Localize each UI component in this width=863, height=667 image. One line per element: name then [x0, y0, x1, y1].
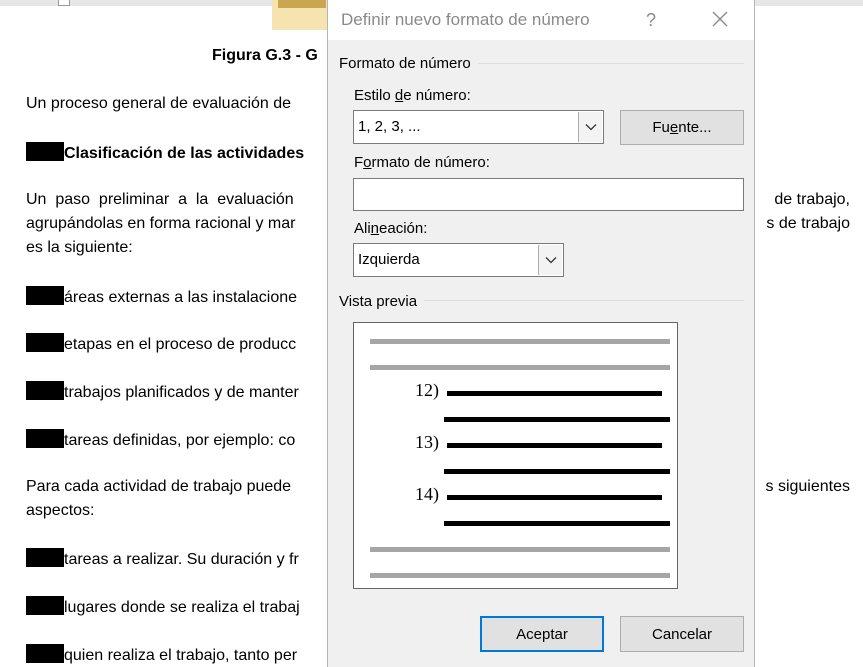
paragraph-line: es la siguiente:: [26, 239, 133, 256]
preview-gray-line: [370, 573, 670, 578]
font-button[interactable]: Fuente...: [620, 110, 744, 145]
paragraph-line: aspectos:: [26, 502, 95, 519]
close-button[interactable]: [704, 6, 736, 34]
section-heading: Clasificación de las actividades: [26, 142, 304, 164]
redacted-bullet: [26, 381, 64, 400]
list-item: tareas definidas, por ejemplo: co: [26, 429, 295, 451]
number-format-label: Formato de número:: [354, 154, 490, 171]
dialog-titlebar[interactable]: Definir nuevo formato de número ?: [328, 0, 754, 40]
group-separator: [478, 63, 744, 64]
preview-number: 12): [415, 380, 439, 400]
preview-black-line: [444, 469, 670, 474]
preview-gray-line: [370, 547, 670, 552]
list-item: lugares donde se realiza el trabaj: [26, 596, 300, 618]
preview-black-line: [447, 443, 662, 448]
preview-gray-line: [370, 339, 670, 344]
list-item: etapas en el proceso de producc: [26, 333, 296, 355]
document-anchor-marker: [58, 0, 70, 6]
number-style-value: 1, 2, 3, ...: [358, 118, 421, 135]
list-item: tareas a realizar. Su duración y fr: [26, 548, 299, 570]
preview-box: 12) 13) 14): [353, 322, 678, 589]
preview-number: 13): [415, 432, 439, 452]
alignment-dropdown-button[interactable]: [538, 245, 562, 275]
alignment-value: Izquierda: [358, 251, 420, 268]
redacted-bullet: [26, 644, 64, 663]
chevron-down-icon: [585, 124, 596, 131]
redacted-number: [26, 142, 64, 161]
preview-black-line: [447, 391, 662, 396]
redacted-bullet: [26, 548, 64, 567]
preview-black-line: [444, 521, 670, 526]
number-format-input[interactable]: [353, 178, 744, 211]
ok-button[interactable]: Aceptar: [480, 616, 604, 652]
help-button[interactable]: ?: [636, 7, 666, 33]
redacted-bullet: [26, 333, 64, 352]
preview-gray-line: [370, 365, 670, 370]
preview-black-line: [447, 495, 662, 500]
number-style-select[interactable]: 1, 2, 3, ...: [353, 110, 604, 144]
define-number-format-dialog: Definir nuevo formato de número ? Format…: [327, 0, 755, 667]
list-item: áreas externas a las instalacione: [26, 286, 297, 308]
redacted-bullet: [26, 596, 64, 615]
preview-number: 14): [415, 484, 439, 504]
alignment-label: Alineación:: [354, 220, 428, 237]
list-item: trabajos planificados y de manter: [26, 381, 299, 403]
preview-black-line: [444, 417, 670, 422]
redacted-bullet: [26, 286, 64, 305]
dialog-title: Definir nuevo formato de número: [341, 10, 590, 29]
number-style-dropdown-button[interactable]: [578, 112, 602, 142]
format-group-label: Formato de número: [339, 55, 477, 72]
preview-group-label: Vista previa: [339, 293, 424, 310]
redacted-bullet: [26, 429, 64, 448]
alignment-select[interactable]: Izquierda: [353, 243, 564, 277]
figure-title: Figura G.3 - G: [212, 47, 318, 64]
document-image-fragment: [272, 0, 332, 30]
list-item: quien realiza el trabajo, tanto per: [26, 644, 297, 666]
chevron-down-icon: [545, 257, 556, 264]
close-icon: [712, 11, 728, 27]
paragraph-intro: Un proceso general de evaluación de: [26, 95, 292, 112]
cancel-button[interactable]: Cancelar: [620, 616, 744, 652]
group-separator: [424, 300, 744, 301]
number-style-label: Estilo de número:: [354, 87, 471, 104]
